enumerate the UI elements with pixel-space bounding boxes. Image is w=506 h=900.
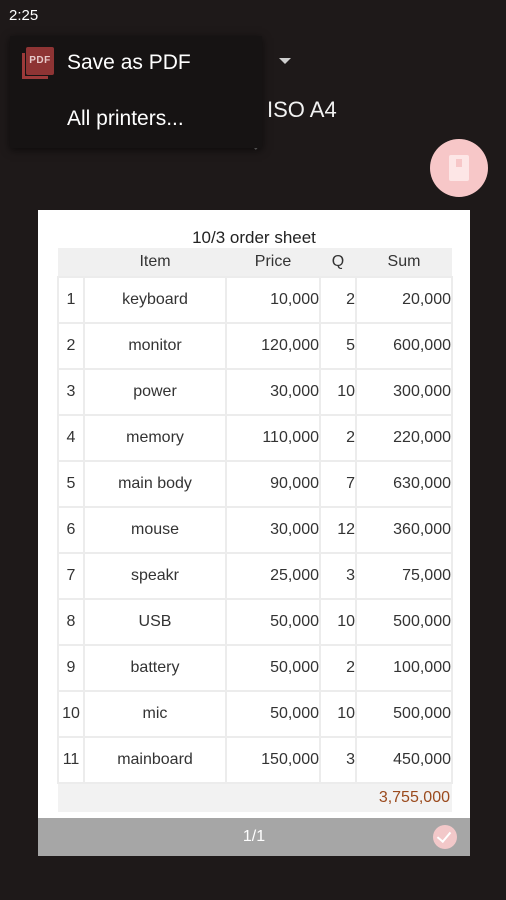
item-price: 90,000: [225, 460, 321, 508]
table-row: 1 keyboard 10,000 2 20,000: [57, 276, 453, 324]
table-row: 10 mic 50,000 10 500,000: [57, 690, 453, 738]
item-price: 50,000: [225, 598, 321, 646]
column-header: [58, 248, 84, 277]
item-quantity: 12: [319, 506, 357, 554]
item-name: battery: [83, 644, 227, 692]
item-quantity: 5: [319, 322, 357, 370]
item-price: 10,000: [225, 276, 321, 324]
grand-total: 3,755,000: [58, 783, 452, 812]
page-footer: 1/1: [38, 818, 470, 856]
table-row: 2 monitor 120,000 5 600,000: [57, 322, 453, 370]
row-number: 3: [57, 368, 85, 416]
column-header-sum: Sum: [356, 248, 452, 277]
item-price: 120,000: [225, 322, 321, 370]
item-name: USB: [83, 598, 227, 646]
menu-item-label: All printers...: [67, 107, 184, 130]
paper-size-value[interactable]: ISO A4: [267, 97, 337, 123]
item-name: monitor: [83, 322, 227, 370]
menu-item-all-printers[interactable]: All printers...: [10, 92, 262, 148]
sheet-title: 10/3 order sheet: [192, 228, 316, 247]
page-counter: 1/1: [242, 828, 266, 845]
column-header-item: Item: [84, 248, 226, 277]
column-header-price: Price: [226, 248, 320, 277]
item-quantity: 10: [319, 598, 357, 646]
menu-item-label: Save as PDF: [67, 51, 191, 74]
item-sum: 500,000: [355, 598, 453, 646]
item-quantity: 10: [319, 368, 357, 416]
total-row: 3,755,000: [58, 783, 452, 812]
table-row: 4 memory 110,000 2 220,000: [57, 414, 453, 462]
column-header-quantity: Q: [320, 248, 356, 277]
pdf-icon: PDF: [22, 47, 54, 79]
item-price: 30,000: [225, 506, 321, 554]
table-row: 7 speakr 25,000 3 75,000: [57, 552, 453, 600]
row-number: 1: [57, 276, 85, 324]
item-sum: 450,000: [355, 736, 453, 784]
row-number: 11: [57, 736, 85, 784]
item-name: keyboard: [83, 276, 227, 324]
item-name: power: [83, 368, 227, 416]
item-name: mouse: [83, 506, 227, 554]
page-selected-check-icon[interactable]: [433, 825, 457, 849]
item-sum: 360,000: [355, 506, 453, 554]
item-name: main body: [83, 460, 227, 508]
item-price: 30,000: [225, 368, 321, 416]
row-number: 6: [57, 506, 85, 554]
table-row: 9 battery 50,000 2 100,000: [57, 644, 453, 692]
row-number: 4: [57, 414, 85, 462]
item-sum: 500,000: [355, 690, 453, 738]
table-row: 8 USB 50,000 10 500,000: [57, 598, 453, 646]
order-table: Item Price Q Sum 1 keyboard 10,000 2 20,000 2…: [57, 248, 453, 812]
item-name: memory: [83, 414, 227, 462]
item-quantity: 2: [319, 414, 357, 462]
row-number: 10: [57, 690, 85, 738]
item-quantity: 10: [319, 690, 357, 738]
item-sum: 20,000: [355, 276, 453, 324]
table-row: 6 mouse 30,000 12 360,000: [57, 506, 453, 554]
menu-item-save-as-pdf[interactable]: PDF Save as PDF: [10, 36, 262, 92]
row-number: 8: [57, 598, 85, 646]
item-sum: 630,000: [355, 460, 453, 508]
printer-dropdown-icon[interactable]: [279, 58, 291, 64]
item-price: 110,000: [225, 414, 321, 462]
item-quantity: 7: [319, 460, 357, 508]
item-quantity: 2: [319, 644, 357, 692]
item-quantity: 3: [319, 736, 357, 784]
item-price: 25,000: [225, 552, 321, 600]
download-pdf-button[interactable]: [430, 139, 488, 197]
item-sum: 75,000: [355, 552, 453, 600]
item-price: 50,000: [225, 690, 321, 738]
pdf-download-icon: [449, 155, 469, 181]
item-sum: 100,000: [355, 644, 453, 692]
item-name: mic: [83, 690, 227, 738]
row-number: 9: [57, 644, 85, 692]
item-price: 150,000: [225, 736, 321, 784]
item-quantity: 2: [319, 276, 357, 324]
status-time: 2:25: [9, 7, 39, 24]
print-preview-page: 10/3 order sheet Item Price Q Sum 1 keybo…: [38, 210, 470, 856]
item-sum: 600,000: [355, 322, 453, 370]
item-quantity: 3: [319, 552, 357, 600]
table-row: 5 main body 90,000 7 630,000: [57, 460, 453, 508]
row-number: 5: [57, 460, 85, 508]
item-sum: 220,000: [355, 414, 453, 462]
item-name: mainboard: [83, 736, 227, 784]
row-number: 2: [57, 322, 85, 370]
printer-menu: PDF Save as PDF All printers...: [10, 36, 262, 148]
table-header-row: Item Price Q Sum: [58, 248, 452, 277]
row-number: 7: [57, 552, 85, 600]
item-name: speakr: [83, 552, 227, 600]
item-sum: 300,000: [355, 368, 453, 416]
item-price: 50,000: [225, 644, 321, 692]
table-row: 11 mainboard 150,000 3 450,000: [57, 736, 453, 784]
table-row: 3 power 30,000 10 300,000: [57, 368, 453, 416]
